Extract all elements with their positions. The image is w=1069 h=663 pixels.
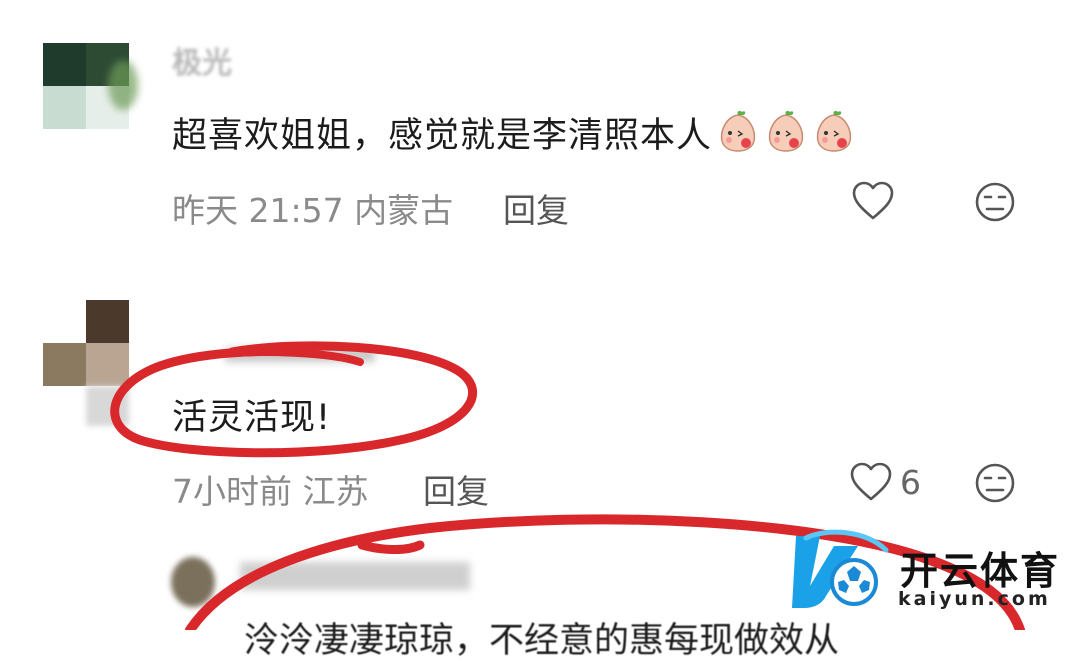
red-tick-annotation xyxy=(357,540,425,554)
red-annotation-layer xyxy=(110,341,1025,630)
kaiyun-logo-icon xyxy=(792,529,889,608)
red-stroke-annotation xyxy=(216,348,364,366)
watermark-brand: 开云体育 xyxy=(900,549,1061,593)
red-circle-annotation xyxy=(110,341,477,458)
watermark-url: kaiyun.com xyxy=(898,588,1051,610)
